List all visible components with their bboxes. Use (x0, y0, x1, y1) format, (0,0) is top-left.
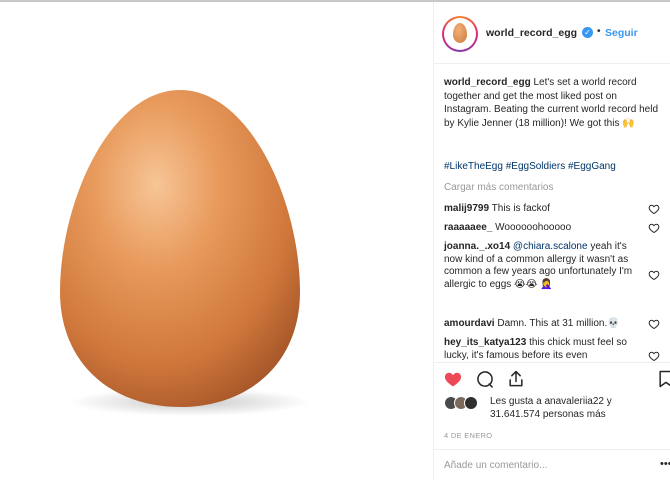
likes-line: 31.641.574 personas más (490, 409, 606, 420)
follow-button[interactable]: Seguir (605, 27, 638, 39)
egg-image (60, 90, 310, 416)
heart-outline-icon[interactable] (648, 222, 660, 234)
comment-item: hey_its_katya123 this chick must feel so… (444, 337, 644, 362)
add-comment-input[interactable]: Añade un comentario... (444, 460, 644, 471)
comment-username[interactable]: amourdavi (444, 318, 495, 329)
heart-outline-icon[interactable] (648, 350, 660, 362)
comment-text: This is fackof (491, 203, 551, 214)
comment-text: Damn. This at 31 million.💀 (497, 318, 620, 329)
post-header: world_record_egg ✓ • Seguir (434, 2, 670, 64)
comment-item: malij9799 This is fackof (444, 203, 644, 216)
comment-username[interactable]: hey_its_katya123 (444, 337, 526, 348)
post-caption: world_record_egg Let's set a world recor… (444, 76, 662, 130)
heart-outline-icon[interactable] (648, 318, 660, 330)
likes-count[interactable]: Les gusta a anavaleriia22 y 31.641.574 p… (490, 395, 666, 421)
comment-mention[interactable]: @chiara.scalone (513, 241, 588, 252)
avatar[interactable] (442, 16, 478, 52)
post-actions: Les gusta a anavaleriia22 y 31.641.574 p… (434, 362, 670, 480)
more-options-icon[interactable]: ••• (660, 458, 670, 470)
load-more-comments-button[interactable]: Cargar más comentarios (444, 182, 553, 193)
likes-line: Les gusta a anavaleriia22 y (490, 396, 612, 407)
post-photo[interactable] (0, 2, 433, 480)
comment-username[interactable]: joanna._.xo14 (444, 241, 510, 252)
bookmark-icon[interactable] (656, 369, 670, 389)
comment-item: raaaaaee_ Woooooohooooo (444, 222, 644, 235)
liker-avatars (444, 396, 484, 412)
liker-avatar (464, 396, 478, 410)
comments-list[interactable]: world_record_egg Let's set a world recor… (434, 64, 670, 362)
comment-username[interactable]: raaaaaee_ (444, 222, 492, 233)
comment-username[interactable]: malij9799 (444, 203, 489, 214)
heart-outline-icon[interactable] (648, 269, 660, 281)
verified-badge-icon: ✓ (582, 27, 593, 38)
separator-dot: • (597, 26, 601, 37)
share-icon[interactable] (506, 369, 526, 389)
username-link[interactable]: world_record_egg (486, 27, 577, 39)
heart-outline-icon[interactable] (648, 203, 660, 215)
caption-username[interactable]: world_record_egg (444, 77, 531, 88)
comment-icon[interactable] (475, 369, 495, 389)
comment-item: amourdavi Damn. This at 31 million.💀 (444, 318, 644, 331)
add-comment-bar: Añade un comentario... ••• (434, 449, 670, 480)
egg-avatar-icon (453, 23, 467, 43)
caption-hashtags[interactable]: #LikeTheEgg #EggSoldiers #EggGang (444, 161, 616, 172)
comment-item: joanna._.xo14 @chiara.scalone yeah it's … (444, 241, 644, 291)
post-date: 4 DE ENERO (444, 431, 493, 440)
post-side-panel: world_record_egg ✓ • Seguir world_record… (434, 2, 670, 480)
heart-filled-icon[interactable] (443, 369, 463, 389)
comment-text: Woooooohooooo (495, 222, 572, 233)
